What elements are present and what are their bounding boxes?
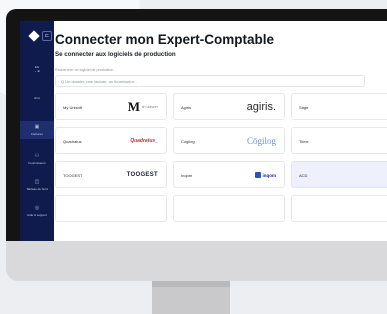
marketing-illustration: ⊏ EG ⌄ ⊕ ⊞ ⊟ ▣ Factures ⚇ Fournisseurs ◫… [0, 0, 387, 314]
sidebar-item-aide-support[interactable]: ◎ Aide & support [20, 205, 54, 217]
software-card-quadratus[interactable]: Quadratus Quadratus_ [55, 127, 167, 154]
page-subtitle: Se connecter aux logiciels de production [55, 51, 176, 58]
software-name: ACD [299, 173, 308, 178]
dashboard-icon: ◫ [34, 179, 40, 185]
sidebar-item-fournisseurs[interactable]: ⚇ Fournisseurs [20, 153, 54, 165]
sidebar-item-tableau-de-bord[interactable]: ◫ Tableau de bord [20, 179, 54, 191]
sidebar-item-label: Aide & support [27, 213, 47, 217]
software-card-placeholder[interactable] [291, 195, 387, 222]
monitor-stand-shadow [152, 281, 230, 287]
search-label: Rechercher un logiciel de production [55, 68, 114, 72]
software-card-tiime[interactable]: Tiime [291, 127, 387, 154]
myunisoft-logo: M MY UNISOFT [127, 99, 158, 114]
help-icon: ◎ [34, 205, 40, 211]
software-card-placeholder[interactable] [173, 195, 285, 222]
search-placeholder: Q Un dossier, une facture, un fournisseu… [61, 79, 138, 84]
sidebar: ⊏ EG ⌄ ⊕ ⊞ ⊟ ▣ Factures ⚇ Fournisseurs ◫… [20, 21, 54, 241]
company-switcher[interactable]: EG ⌄ ⊕ [20, 65, 54, 73]
sidebar-item-label: Fournisseurs [28, 161, 46, 165]
toogest-logo: TOOGEST [126, 172, 158, 178]
app-logo-icon [28, 30, 40, 42]
sidebar-item-factures[interactable]: ▣ Factures [20, 121, 54, 139]
software-name: TOOGEST [63, 173, 83, 178]
software-name: My Unisoft [63, 105, 82, 110]
software-card-acd[interactable]: ACD [291, 161, 387, 188]
inqom-icon [254, 172, 261, 178]
monitor: ⊏ EG ⌄ ⊕ ⊞ ⊟ ▣ Factures ⚇ Fournisseurs ◫… [6, 9, 387, 281]
sidebar-item-label: Tableau de bord [26, 187, 48, 191]
software-name: Quadratus [63, 139, 82, 144]
software-card-sage[interactable]: Sage [291, 93, 387, 120]
software-name: Tiime [299, 139, 309, 144]
software-card-inqom[interactable]: Inqom inqom [173, 161, 285, 188]
software-name: Sage [299, 105, 309, 110]
app-screen: ⊏ EG ⌄ ⊕ ⊞ ⊟ ▣ Factures ⚇ Fournisseurs ◫… [20, 21, 387, 241]
software-card-cogilog[interactable]: Cogilog Cōgilog [173, 127, 285, 154]
invoice-icon: ▣ [34, 124, 40, 130]
software-name: Agiris [181, 105, 192, 110]
software-name: Cogilog [181, 139, 195, 144]
quadratus-logo: Quadratus_ [130, 138, 158, 144]
software-card-toogest[interactable]: TOOGEST TOOGEST [55, 161, 167, 188]
software-name: Inqom [181, 173, 193, 178]
company-badge-actions: ⌄ ⊕ [34, 69, 40, 73]
cogilog-logo: Cōgilog [246, 136, 276, 146]
software-card-myunisoft[interactable]: My Unisoft M MY UNISOFT [55, 93, 167, 120]
view-toggle-icons: ⊞ ⊟ [34, 96, 40, 100]
search-input[interactable]: Q Un dossier, une facture, un fournisseu… [55, 75, 365, 87]
people-icon: ⚇ [34, 153, 40, 159]
monitor-chin [6, 241, 387, 281]
software-card-placeholder[interactable] [55, 195, 167, 222]
page-title: Connecter mon Expert-Comptable [55, 32, 275, 47]
collapse-sidebar-button[interactable]: ⊏ [42, 31, 52, 41]
inqom-logo: inqom [254, 168, 276, 182]
software-card-agiris[interactable]: Agiris agiris. [173, 93, 285, 120]
agiris-logo: agiris. [246, 101, 276, 113]
view-toggles[interactable]: ⊞ ⊟ [20, 96, 54, 100]
sidebar-item-label: Factures [31, 132, 43, 136]
